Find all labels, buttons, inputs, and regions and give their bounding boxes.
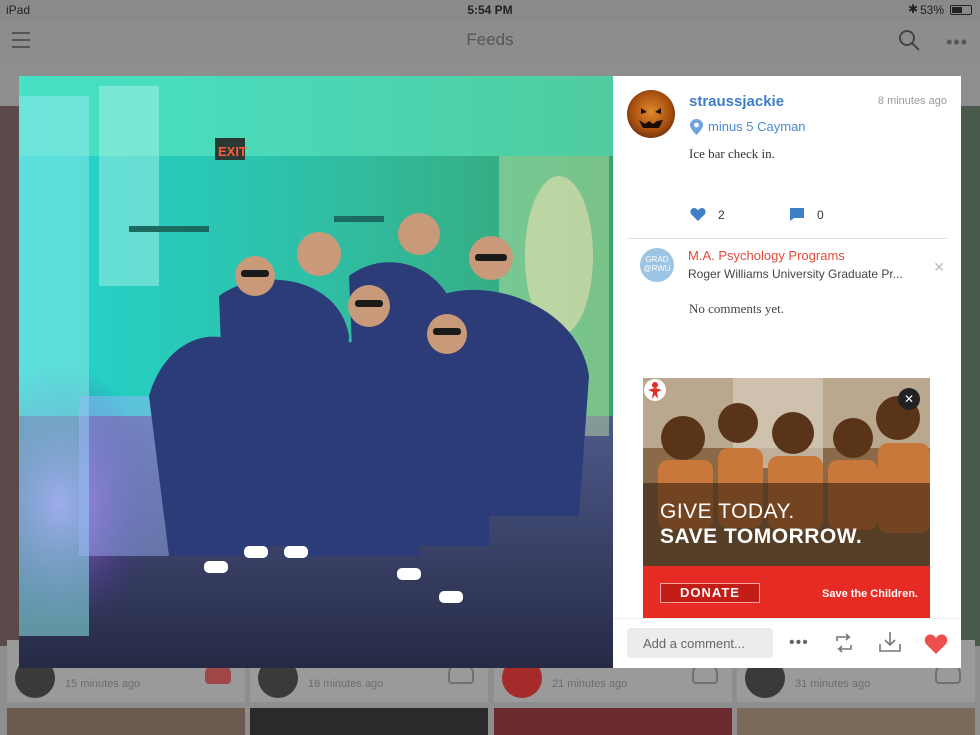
like-heart-icon[interactable] xyxy=(690,207,706,221)
ad-brand-name: Save the Children. xyxy=(822,588,918,600)
page-title: Feeds xyxy=(466,30,514,49)
search-icon[interactable] xyxy=(898,29,920,51)
feed-image[interactable] xyxy=(737,708,975,735)
more-actions-icon[interactable]: ••• xyxy=(789,634,809,652)
action-bar: ••• xyxy=(613,618,961,668)
battery-percent: 53% xyxy=(919,3,944,17)
feed-image-left xyxy=(0,106,20,646)
pumpkin-face-icon xyxy=(639,108,663,128)
comment-count: 0 xyxy=(817,208,824,222)
add-comment-input[interactable] xyxy=(627,628,773,658)
promo-logo[interactable]: GRAD @RWU xyxy=(640,248,674,282)
battery-icon xyxy=(950,5,972,15)
post-location[interactable]: minus 5 Cayman xyxy=(708,119,806,134)
ad-headline-line2: SAVE TOMORROW. xyxy=(660,525,863,548)
user-avatar[interactable] xyxy=(627,90,675,138)
like-count: 2 xyxy=(718,208,725,222)
promo-subtitle[interactable]: Roger Williams University Graduate Pr... xyxy=(688,267,918,281)
bluetooth-icon: ✱ xyxy=(907,2,918,16)
location-pin-icon xyxy=(690,119,703,135)
feed-card-time: 31 minutes ago xyxy=(795,678,871,690)
more-options-icon[interactable]: ••• xyxy=(946,32,968,53)
close-ad-icon[interactable]: ✕ xyxy=(898,388,920,410)
post-caption: Ice bar check in. xyxy=(689,146,775,161)
post-username[interactable]: straussjackie xyxy=(689,93,784,110)
advertisement-banner[interactable]: GIVE TODAY. SAVE TOMORROW. DONATE Save t… xyxy=(643,378,930,618)
feed-card-time: 15 minutes ago xyxy=(65,678,141,690)
feed-image-right xyxy=(960,106,980,646)
post-photo[interactable]: EXIT xyxy=(19,76,613,668)
feed-card-time: 16 minutes ago xyxy=(308,678,384,690)
donate-button[interactable]: DONATE xyxy=(660,583,760,603)
feed-image[interactable] xyxy=(494,708,732,735)
nav-bar: Feeds ••• xyxy=(0,20,980,62)
status-time: 5:54 PM xyxy=(467,3,513,17)
ad-headline-line1: GIVE TODAY. xyxy=(660,500,795,523)
divider xyxy=(627,238,947,239)
favorite-heart-icon[interactable] xyxy=(924,633,948,654)
close-promo-icon[interactable]: ✕ xyxy=(933,259,945,276)
empty-comments-text: No comments yet. xyxy=(689,301,784,316)
feed-image[interactable] xyxy=(7,708,245,735)
repost-icon[interactable] xyxy=(834,633,854,653)
exit-sign: EXIT xyxy=(218,144,247,159)
post-timestamp: 8 minutes ago xyxy=(877,95,947,107)
promo-title[interactable]: M.A. Psychology Programs xyxy=(688,248,845,263)
download-icon[interactable] xyxy=(879,631,901,653)
post-detail-modal: EXIT straussjackie 8 minutes ago minus 5… xyxy=(19,76,961,668)
feed-image[interactable] xyxy=(250,708,488,735)
comment-bubble-icon[interactable] xyxy=(789,207,805,222)
feed-card-time: 21 minutes ago xyxy=(552,678,628,690)
save-the-children-logo-icon xyxy=(644,379,666,401)
post-detail-panel: straussjackie 8 minutes ago minus 5 Caym… xyxy=(613,76,961,668)
status-bar: iPad 5:54 PM ✱ 53% xyxy=(0,0,980,20)
